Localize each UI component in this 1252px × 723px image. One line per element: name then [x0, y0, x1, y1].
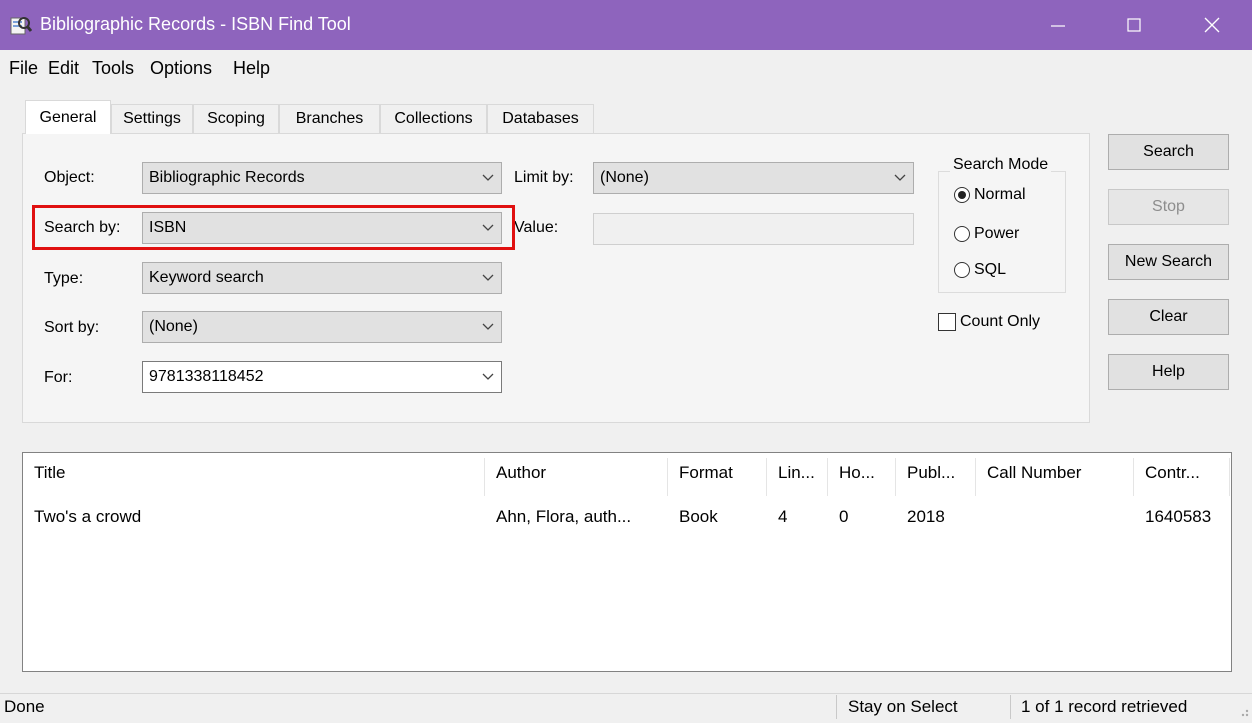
row-title[interactable]: Two's a crowd [22, 507, 484, 527]
column-header-title[interactable]: Title [22, 463, 484, 491]
limit-by-select[interactable]: (None) [593, 162, 914, 194]
menu-edit[interactable]: Edit [48, 58, 79, 79]
column-divider[interactable] [975, 458, 976, 496]
status-divider [836, 695, 837, 719]
menu-tools[interactable]: Tools [92, 58, 134, 79]
menu-bar: File Edit Tools Options Help [0, 56, 1252, 84]
count-only-label: Count Only [960, 313, 1041, 330]
radio-sql[interactable]: SQL [954, 261, 1006, 279]
radio-sql-label: SQL [974, 261, 1007, 278]
row-ho[interactable]: 0 [827, 507, 895, 527]
object-label: Object: [44, 169, 95, 186]
column-divider[interactable] [895, 458, 896, 496]
status-mode: Stay on Select [848, 697, 958, 716]
tab-databases[interactable]: Databases [487, 104, 594, 133]
tab-collections[interactable]: Collections [380, 104, 487, 133]
column-divider[interactable] [827, 458, 828, 496]
help-button[interactable]: Help [1108, 354, 1229, 390]
search-button[interactable]: Search [1108, 134, 1229, 170]
object-select[interactable]: Bibliographic Records [142, 162, 502, 194]
column-header-lin[interactable]: Lin... [766, 463, 827, 491]
status-text: Done [4, 697, 45, 716]
row-format[interactable]: Book [667, 507, 766, 527]
sort-by-label: Sort by: [44, 319, 100, 336]
radio-power[interactable]: Power [954, 225, 1019, 243]
row-contr[interactable]: 1640583 [1133, 507, 1227, 527]
minimize-button[interactable] [1030, 0, 1086, 50]
column-header-contr[interactable]: Contr... [1133, 463, 1227, 491]
clear-button[interactable]: Clear [1108, 299, 1229, 335]
column-header-author[interactable]: Author [484, 463, 667, 491]
radio-icon [954, 262, 970, 278]
column-header-ho[interactable]: Ho... [827, 463, 895, 491]
radio-power-label: Power [974, 225, 1020, 242]
for-value: 9781338118452 [149, 368, 264, 385]
tab-settings[interactable]: Settings [111, 104, 193, 133]
resize-grip-icon[interactable] [1236, 703, 1250, 717]
column-header-format[interactable]: Format [667, 463, 766, 491]
value-label: Value: [514, 219, 559, 236]
column-divider[interactable] [667, 458, 668, 496]
column-divider[interactable] [1229, 458, 1230, 496]
status-record-count: 1 of 1 record retrieved [1021, 697, 1188, 716]
value-input[interactable] [593, 213, 914, 245]
count-only-checkbox[interactable]: Count Only [938, 313, 1040, 331]
column-divider[interactable] [766, 458, 767, 496]
sort-by-select[interactable]: (None) [142, 311, 502, 343]
chevron-down-icon [475, 174, 501, 182]
radio-selected-icon [954, 187, 970, 203]
chevron-down-icon [887, 174, 913, 182]
column-header-publ[interactable]: Publ... [895, 463, 975, 491]
row-author[interactable]: Ahn, Flora, auth... [484, 507, 667, 527]
stop-button[interactable]: Stop [1108, 189, 1229, 225]
type-label: Type: [44, 270, 84, 287]
type-select[interactable]: Keyword search [142, 262, 502, 294]
tab-general[interactable]: General [25, 100, 111, 134]
status-divider [1010, 695, 1011, 719]
checkbox-icon [938, 313, 956, 331]
maximize-button[interactable] [1106, 0, 1162, 50]
chevron-down-icon [475, 274, 501, 282]
for-input[interactable]: 9781338118452 [142, 361, 502, 393]
maximize-icon [1127, 18, 1141, 32]
window-title: Bibliographic Records - ISBN Find Tool [40, 14, 351, 34]
title-bar: Bibliographic Records - ISBN Find Tool [0, 0, 1252, 50]
sort-by-value: (None) [149, 318, 198, 335]
radio-icon [954, 226, 970, 242]
limit-by-value: (None) [600, 169, 649, 186]
menu-help[interactable]: Help [233, 58, 270, 79]
tab-branches[interactable]: Branches [279, 104, 380, 133]
app-icon [10, 14, 33, 36]
column-divider[interactable] [484, 458, 485, 496]
chevron-down-icon [475, 373, 501, 381]
type-value: Keyword search [149, 269, 264, 286]
object-value: Bibliographic Records [149, 169, 305, 186]
menu-file[interactable]: File [9, 58, 38, 79]
search-mode-legend: Search Mode [950, 156, 1052, 174]
radio-normal[interactable]: Normal [954, 186, 1026, 204]
new-search-button[interactable]: New Search [1108, 244, 1229, 280]
row-publ[interactable]: 2018 [895, 507, 975, 527]
column-divider[interactable] [1133, 458, 1134, 496]
radio-normal-label: Normal [974, 186, 1026, 203]
row-lin[interactable]: 4 [766, 507, 827, 527]
tab-scoping[interactable]: Scoping [193, 104, 279, 133]
menu-options[interactable]: Options [150, 58, 212, 79]
column-header-call-number[interactable]: Call Number [975, 463, 1133, 491]
close-button[interactable] [1184, 0, 1240, 50]
chevron-down-icon [475, 323, 501, 331]
close-icon [1204, 17, 1220, 33]
minimize-icon [1051, 25, 1065, 27]
for-label: For: [44, 369, 73, 386]
search-by-highlight [32, 205, 515, 250]
limit-by-label: Limit by: [514, 169, 574, 186]
